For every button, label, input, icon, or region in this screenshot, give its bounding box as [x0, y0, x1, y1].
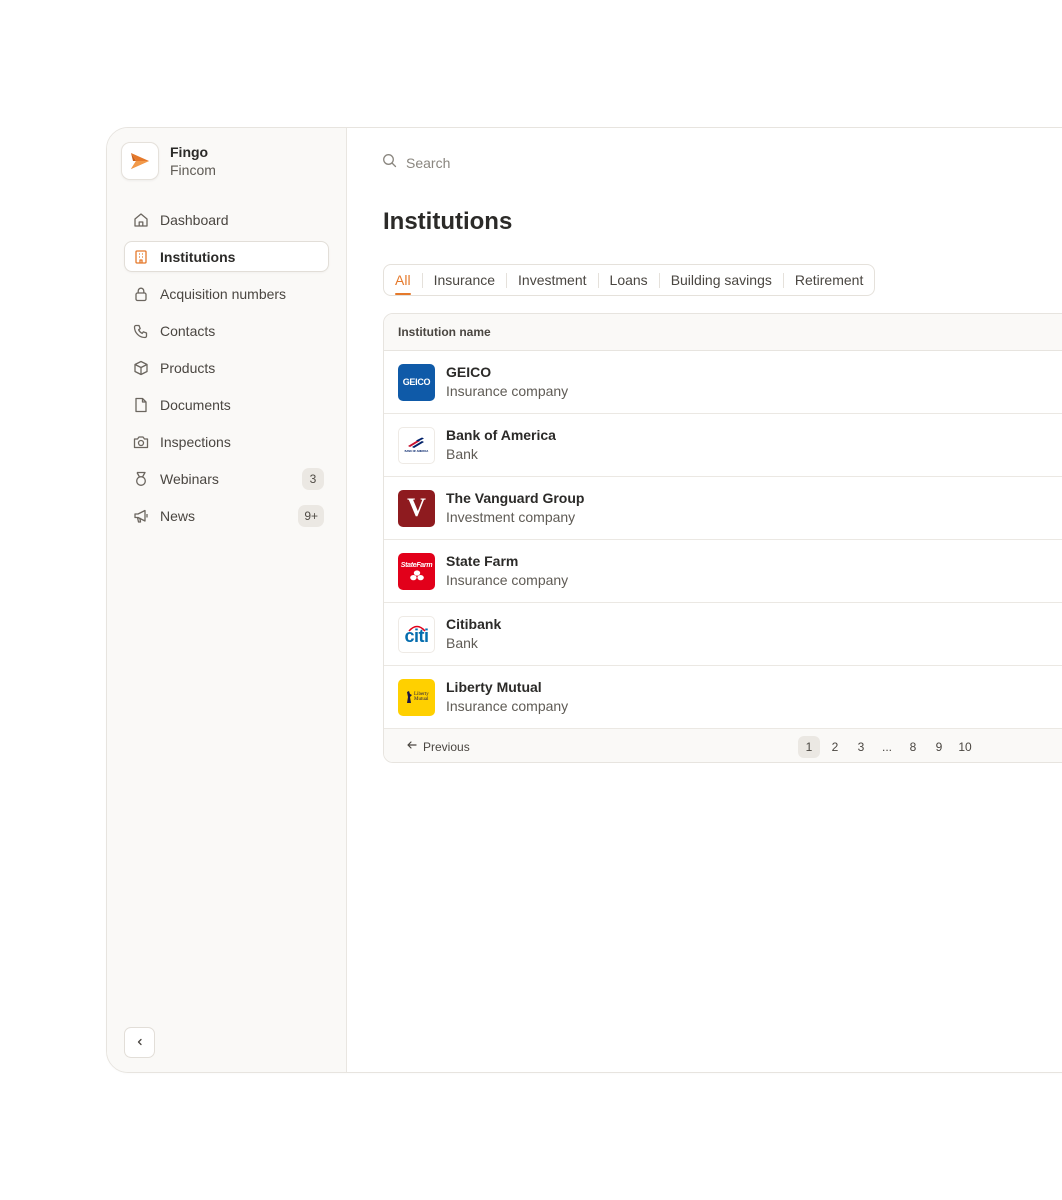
sidebar-item-products[interactable]: Products [124, 352, 329, 383]
previous-label: Previous [423, 739, 470, 754]
brand[interactable]: Fingo Fincom [121, 142, 216, 180]
tab-investment[interactable]: Investment [518, 265, 586, 295]
institution-type: Bank [446, 635, 478, 651]
camera-icon [133, 434, 149, 450]
institution-name: Liberty Mutual [446, 679, 542, 695]
lock-icon [133, 286, 149, 302]
institution-type: Investment company [446, 509, 576, 525]
tab-divider [597, 272, 599, 288]
vanguard-logo: V [398, 489, 435, 527]
previous-page-button[interactable]: Previous [406, 739, 470, 754]
tab-loans[interactable]: Loans [610, 265, 648, 295]
category-tabs: All Insurance Investment Loans Building … [383, 264, 876, 296]
sidebar-item-dashboard[interactable]: Dashboard [124, 204, 329, 235]
sidebar-item-news[interactable]: News 9+ [124, 500, 329, 531]
tab-all[interactable]: All [395, 265, 411, 295]
column-header-institution-name[interactable]: Institution name [398, 325, 491, 339]
page-button-10[interactable]: 10 [954, 736, 976, 758]
institution-type: Bank [446, 446, 478, 462]
state-farm-logo: StateFarm [398, 552, 435, 590]
search-input[interactable]: Search [406, 155, 450, 171]
bank-of-america-logo: BANK OF AMERICA [398, 426, 435, 464]
table-header: Institution name [384, 314, 1062, 351]
sidebar-item-label: Inspections [160, 433, 231, 450]
tab-retirement[interactable]: Retirement [795, 265, 863, 295]
liberty-mutual-logo: Liberty Mutual [398, 678, 435, 716]
citibank-logo: citi [398, 615, 435, 653]
sidebar-item-documents[interactable]: Documents [124, 389, 329, 420]
megaphone-icon [133, 508, 149, 524]
sidebar-item-label: Acquisition numbers [160, 285, 287, 302]
app-window: Fingo Fincom Dashboard Institutions Acqu… [106, 127, 1062, 1073]
collapse-sidebar-button[interactable] [124, 1027, 155, 1058]
arrow-left-icon [406, 739, 418, 754]
news-count-badge: 9+ [298, 505, 324, 527]
sidebar-item-contacts[interactable]: Contacts [124, 315, 329, 346]
institution-name: GEICO [446, 364, 492, 380]
pagination: Previous 1 2 3 ... 8 9 10 [384, 729, 1062, 762]
institution-type: Insurance company [446, 383, 569, 399]
institution-type: Insurance company [446, 698, 569, 714]
building-icon [133, 249, 149, 265]
sidebar: Fingo Fincom Dashboard Institutions Acqu… [107, 128, 347, 1072]
tab-divider [782, 272, 784, 288]
tab-divider [658, 272, 660, 288]
sidebar-item-label: Institutions [160, 248, 236, 265]
brand-name: Fingo [170, 143, 209, 160]
institution-type: Insurance company [446, 572, 569, 588]
fingo-logo-icon [121, 142, 159, 180]
phone-icon [133, 323, 149, 339]
page-ellipsis: ... [881, 740, 892, 754]
tab-building-savings[interactable]: Building savings [671, 265, 772, 295]
page-button-8[interactable]: 8 [902, 736, 924, 758]
tab-divider [506, 272, 508, 288]
sidebar-item-acquisition-numbers[interactable]: Acquisition numbers [124, 278, 329, 309]
table-row[interactable]: citi Citibank Bank [384, 603, 1062, 666]
page-button-3[interactable]: 3 [850, 736, 872, 758]
page-button-9[interactable]: 9 [928, 736, 950, 758]
table-row[interactable]: Liberty Mutual Liberty Mutual Insurance … [384, 666, 1062, 729]
sidebar-item-inspections[interactable]: Inspections [124, 426, 329, 457]
search-bar[interactable]: Search [382, 153, 450, 173]
page-button-1[interactable]: 1 [798, 736, 820, 758]
sidebar-item-label: Products [160, 359, 216, 376]
table-row[interactable]: StateFarm State Farm Insurance company [384, 540, 1062, 603]
sidebar-item-label: News [160, 507, 196, 524]
page-title: Institutions [383, 208, 513, 235]
tab-divider [421, 272, 423, 288]
table-row[interactable]: BANK OF AMERICA Bank of America Bank [384, 414, 1062, 477]
webinars-count-badge: 3 [302, 468, 324, 490]
sidebar-item-institutions[interactable]: Institutions [124, 241, 329, 272]
table-row[interactable]: V The Vanguard Group Investment company [384, 477, 1062, 540]
sidebar-nav: Dashboard Institutions Acquisition numbe… [124, 204, 329, 537]
medal-icon [133, 471, 149, 487]
institutions-table: Institution name GEICO GEICO Insurance c… [383, 313, 1062, 763]
page-numbers: 1 2 3 ... 8 9 10 [798, 736, 980, 758]
institution-name: Citibank [446, 616, 502, 632]
box-icon [133, 360, 149, 376]
sidebar-item-webinars[interactable]: Webinars 3 [124, 463, 329, 494]
sidebar-item-label: Dashboard [160, 211, 229, 228]
search-icon [382, 153, 397, 173]
institution-name: Bank of America [446, 427, 556, 443]
tab-insurance[interactable]: Insurance [434, 265, 495, 295]
home-icon [133, 212, 149, 228]
file-icon [133, 397, 149, 413]
sidebar-item-label: Documents [160, 396, 231, 413]
chevron-left-icon [135, 1034, 145, 1052]
geico-logo: GEICO [398, 363, 435, 401]
institution-name: State Farm [446, 553, 519, 569]
sidebar-item-label: Contacts [160, 322, 216, 339]
table-row[interactable]: GEICO GEICO Insurance company [384, 351, 1062, 414]
institution-name: The Vanguard Group [446, 490, 585, 506]
sidebar-item-label: Webinars [160, 470, 219, 487]
brand-subtitle: Fincom [170, 161, 216, 178]
main-content: Search Institutions All Insurance Invest… [347, 128, 1062, 1072]
page-button-2[interactable]: 2 [824, 736, 846, 758]
